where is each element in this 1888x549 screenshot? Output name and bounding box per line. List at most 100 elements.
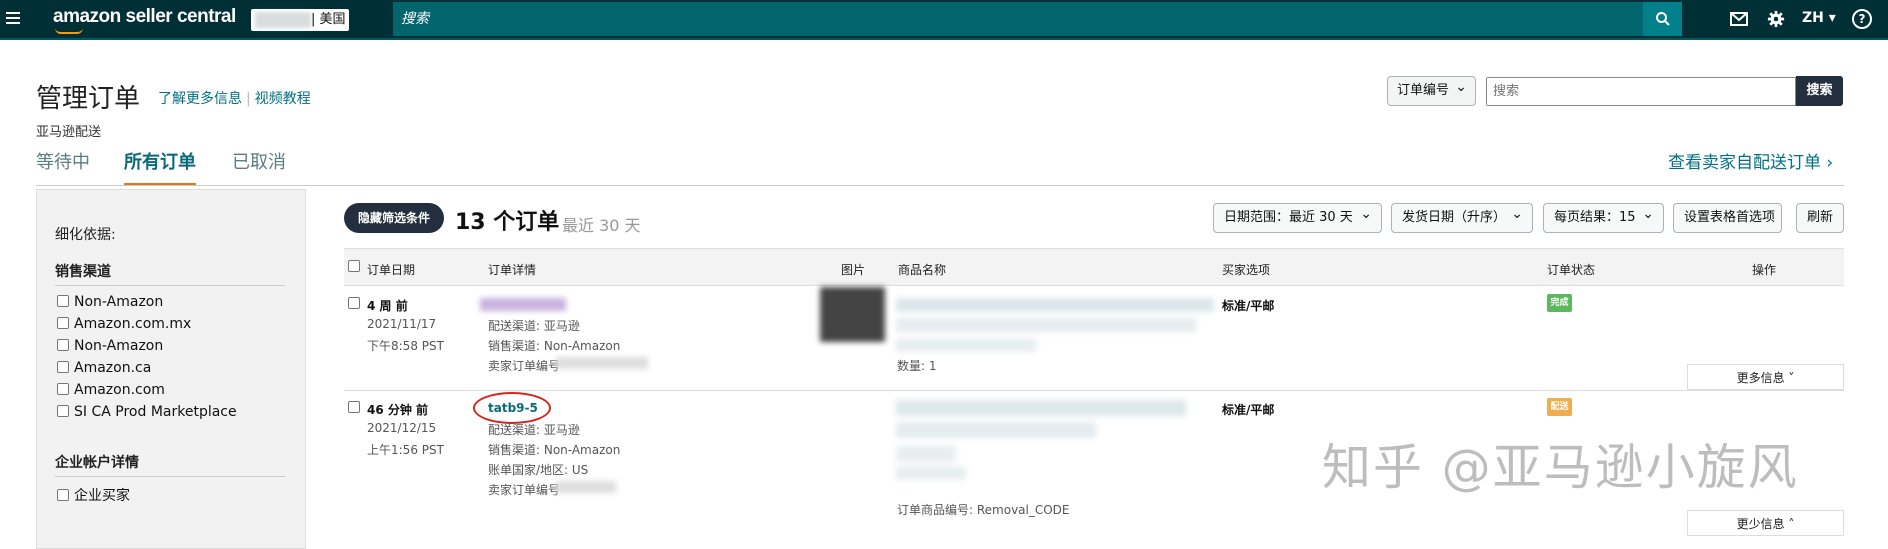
order-detail-line: 配送渠道: 亚马逊	[488, 423, 580, 437]
order-detail-line: 销售渠道: Non-Amazon	[488, 339, 621, 353]
search-type-value: 订单编号	[1397, 83, 1450, 98]
business-account-title: 企业帐户详情	[55, 455, 139, 471]
dropdown-value: 日期范围：最近 30 天	[1224, 210, 1353, 225]
order-item-id: 订单商品编号: Removal_CODE	[897, 503, 1070, 517]
order-time: 下午8:58 PST	[367, 339, 444, 353]
redacted-product-title	[896, 466, 966, 480]
redacted-product-image	[820, 287, 885, 342]
order-search-input[interactable]	[1487, 78, 1795, 105]
order-detail-line: 配送渠道: 亚马逊	[488, 319, 580, 333]
column-order-date[interactable]: 订单日期	[367, 261, 415, 278]
buyer-option: 标准/平邮	[1222, 403, 1275, 417]
filter-channel-amazon-ca[interactable]: Amazon.ca	[57, 360, 151, 376]
filter-label: Amazon.com.mx	[74, 316, 192, 332]
date-range-dropdown[interactable]: 日期范围：最近 30 天	[1213, 200, 1382, 233]
filter-channel-amazon-com[interactable]: Amazon.com	[57, 382, 165, 398]
dropdown-value: 每页结果：15	[1554, 210, 1636, 225]
order-detail-line: 账单国家/地区: US	[488, 463, 589, 477]
order-range: 最近 30 天	[562, 216, 641, 235]
order-age: 4 周 前	[367, 299, 408, 313]
redacted-product-title	[896, 298, 1214, 312]
redacted-product-title	[896, 318, 1196, 332]
order-search	[1486, 77, 1796, 106]
column-buyer-options: 买家选项	[1222, 263, 1271, 277]
filter-sidebar: 细化依据: 销售渠道 Non-Amazon Amazon.com.mx Non-…	[36, 189, 306, 549]
menu-icon[interactable]	[6, 12, 20, 24]
checkbox[interactable]	[57, 405, 69, 417]
status-badge: 配送	[1547, 398, 1572, 416]
filter-channel-non-amazon-2[interactable]: Non-Amazon	[57, 338, 163, 354]
order-count: 13 个订单	[455, 210, 560, 235]
global-search-input[interactable]	[393, 2, 1643, 36]
learn-more-link[interactable]: 了解更多信息	[158, 91, 242, 107]
redacted-seller-order-id	[556, 481, 616, 493]
gear-icon[interactable]	[1766, 10, 1786, 28]
hide-filters-button[interactable]: 隐藏筛选条件	[344, 203, 444, 233]
status-badge: 完成	[1547, 294, 1572, 312]
checkbox[interactable]	[57, 383, 69, 395]
redacted-store-name	[255, 12, 311, 28]
filter-label: Amazon.com	[74, 382, 165, 398]
buyer-option: 标准/平邮	[1222, 299, 1275, 313]
section-divider	[55, 476, 285, 477]
less-info-button[interactable]: 更少信息 ˄	[1687, 510, 1844, 536]
tab-all-orders[interactable]: 所有订单	[124, 148, 196, 186]
select-all-checkbox[interactable]	[348, 260, 360, 272]
section-divider	[55, 285, 285, 286]
filter-channel-amazon-mx[interactable]: Amazon.com.mx	[57, 316, 191, 332]
order-detail-line: 销售渠道: Non-Amazon	[488, 443, 621, 457]
global-search-button[interactable]	[1643, 2, 1682, 36]
sort-dropdown[interactable]: 发货日期（升序）	[1391, 200, 1533, 233]
filter-channel-non-amazon[interactable]: Non-Amazon	[57, 294, 163, 310]
button-label: 设置表格首选项	[1684, 210, 1776, 225]
refresh-button[interactable]: 刷新	[1796, 203, 1844, 233]
filter-label: 企业买家	[74, 488, 130, 504]
redacted-seller-order-id	[556, 357, 648, 369]
column-order-status: 订单状态	[1547, 263, 1596, 277]
order-date: 2021/12/15	[367, 421, 437, 435]
mail-icon[interactable]	[1729, 10, 1749, 28]
per-page-dropdown[interactable]: 每页结果：15	[1543, 200, 1664, 233]
filter-label: Non-Amazon	[74, 338, 164, 354]
order-detail-line: 卖家订单编号	[488, 483, 561, 497]
seller-central-logo[interactable]: amazon seller central	[53, 6, 236, 34]
global-search	[393, 2, 1643, 36]
order-search-button[interactable]: 搜索	[1796, 76, 1843, 106]
more-info-button[interactable]: 更多信息 ˅	[1687, 364, 1844, 390]
tab-pending[interactable]: 等待中	[36, 148, 90, 174]
video-tutorial-link[interactable]: 视频教程	[255, 91, 311, 107]
tabs-divider	[36, 185, 1844, 186]
row-checkbox[interactable]	[348, 297, 360, 309]
language-label: ZH	[1802, 10, 1824, 26]
filter-business-buyer[interactable]: 企业买家	[57, 485, 130, 505]
order-time: 上午1:56 PST	[367, 443, 444, 457]
marketplace-switcher[interactable]: | 美国	[251, 9, 349, 31]
orders-table-header: 订单日期 订单详情 图片 商品名称 买家选项 订单状态 操作	[344, 248, 1844, 286]
redacted-product-title	[896, 338, 1036, 352]
redacted-order-id	[480, 298, 566, 311]
refine-label: 细化依据:	[55, 227, 116, 243]
checkbox[interactable]	[57, 295, 69, 307]
button-label: 刷新	[1807, 210, 1834, 225]
highlight-annotation	[473, 392, 551, 424]
filter-channel-si-ca-prod[interactable]: SI CA Prod Marketplace	[57, 404, 237, 420]
redacted-product-title	[896, 400, 1186, 416]
checkbox[interactable]	[57, 317, 69, 329]
help-icon[interactable]: ?	[1852, 9, 1872, 29]
tab-cancelled[interactable]: 已取消	[232, 148, 286, 174]
dropdown-value: 发货日期（升序）	[1402, 210, 1507, 225]
order-age: 46 分钟 前	[367, 403, 429, 417]
top-navigation-bar: amazon seller central | 美国 ZH ▾ ?	[0, 0, 1888, 40]
checkbox[interactable]	[57, 339, 69, 351]
row-checkbox[interactable]	[348, 401, 360, 413]
search-type-select[interactable]: 订单编号	[1387, 73, 1476, 106]
table-preferences-button[interactable]: 设置表格首选项	[1673, 203, 1782, 233]
order-date: 2021/11/17	[367, 317, 437, 331]
redacted-product-title	[896, 422, 1096, 438]
view-mfn-orders-link[interactable]: 查看卖家自配送订单 ›	[1668, 148, 1833, 173]
language-selector[interactable]: ZH ▾	[1802, 10, 1836, 26]
checkbox[interactable]	[57, 489, 69, 501]
page-title: 管理订单	[36, 84, 141, 114]
checkbox[interactable]	[57, 361, 69, 373]
row-divider	[344, 390, 1844, 391]
